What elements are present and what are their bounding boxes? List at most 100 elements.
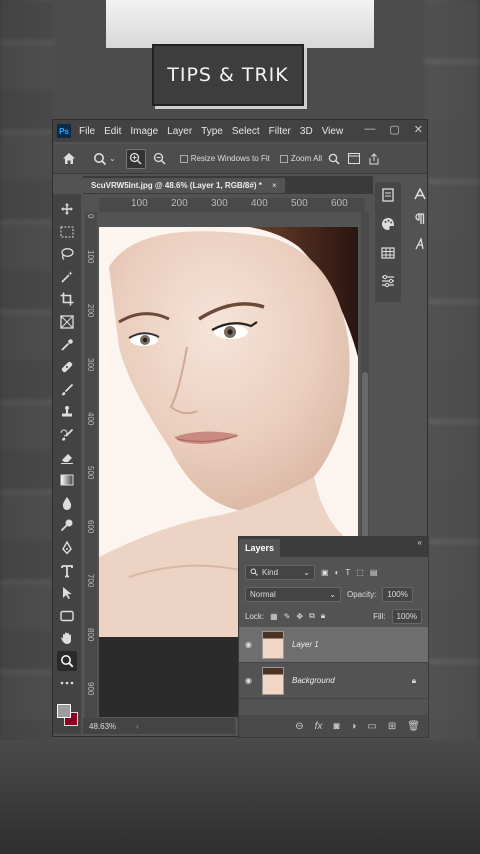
layer-kind-filter[interactable]: Kind ⌄ xyxy=(245,564,315,580)
character-panel-icon[interactable] xyxy=(414,187,426,203)
menu-image[interactable]: Image xyxy=(130,126,158,137)
frame-tool-icon[interactable] xyxy=(57,312,77,332)
new-layer-icon[interactable]: ⊞ xyxy=(388,721,396,732)
close-button[interactable]: ✕ xyxy=(414,123,423,136)
window-controls: — ▢ ✕ xyxy=(364,123,423,136)
layer-name[interactable]: Layer 1 xyxy=(292,640,319,649)
collapse-panel-icon[interactable]: « xyxy=(418,538,422,547)
maximize-button[interactable]: ▢ xyxy=(389,123,399,136)
home-icon[interactable] xyxy=(59,149,79,169)
blend-opacity-row: Normal ⌄ Opacity: 100% xyxy=(239,583,428,605)
resize-windows-checkbox[interactable] xyxy=(179,154,188,163)
lock-position-icon[interactable]: ✥ xyxy=(296,612,303,621)
menu-select[interactable]: Select xyxy=(232,126,260,137)
lock-artboard-icon[interactable]: ⧉ xyxy=(309,611,315,621)
chevron-down-icon: ⌄ xyxy=(303,567,310,577)
pen-tool-icon[interactable] xyxy=(57,538,77,558)
brush-tool-icon[interactable] xyxy=(57,380,77,400)
zoom-out-icon[interactable] xyxy=(150,149,170,169)
lock-fill-row: Lock: ▦ ✎ ✥ ⧉ 🔒︎ Fill: 100% xyxy=(239,605,428,627)
adjustments-panel-icon[interactable] xyxy=(381,274,395,293)
opacity-input[interactable]: 100% xyxy=(382,586,413,602)
lock-all-icon[interactable]: 🔒︎ xyxy=(321,611,325,621)
arrange-documents-icon[interactable] xyxy=(344,149,364,169)
fill-input[interactable]: 100% xyxy=(391,608,422,624)
tips-title: TIPS & TRIK xyxy=(167,64,289,86)
color-swatches[interactable] xyxy=(55,702,79,730)
chevron-down-icon[interactable]: ⌄ xyxy=(109,154,116,163)
eyedropper-tool-icon[interactable] xyxy=(57,335,77,355)
menu-edit[interactable]: Edit xyxy=(104,126,121,137)
layers-panel-footer: ⊖ fx ◙ ◑ ▭ ⊞ 🗑︎ xyxy=(239,715,428,737)
visibility-eye-icon[interactable]: ◉ xyxy=(245,640,252,649)
more-tools-icon[interactable] xyxy=(57,673,77,693)
ruler-tick-label: 100 xyxy=(131,198,148,209)
status-arrow-icon[interactable]: ‹ xyxy=(136,722,139,731)
fx-icon[interactable]: fx xyxy=(315,721,323,732)
move-tool-icon[interactable] xyxy=(57,199,77,219)
pixel-filter-icon[interactable]: ▣ xyxy=(321,568,329,577)
gradient-tool-icon[interactable] xyxy=(57,470,77,490)
type-filter-icon[interactable]: T xyxy=(345,568,350,577)
magic-wand-tool-icon[interactable] xyxy=(57,267,77,287)
history-brush-tool-icon[interactable] xyxy=(57,425,77,445)
chevron-down-icon: ⌄ xyxy=(329,589,336,599)
minimize-button[interactable]: — xyxy=(364,123,375,136)
foreground-color-swatch[interactable] xyxy=(57,704,71,719)
link-layers-icon[interactable]: ⊖ xyxy=(295,721,303,732)
dodge-tool-icon[interactable] xyxy=(57,515,77,535)
lasso-tool-icon[interactable] xyxy=(57,244,77,264)
lock-transparent-icon[interactable]: ▦ xyxy=(270,612,278,621)
hand-tool-icon[interactable] xyxy=(57,628,77,648)
zoom-tool-icon[interactable] xyxy=(57,650,77,671)
marquee-tool-icon[interactable] xyxy=(57,222,77,242)
rectangle-tool-icon[interactable] xyxy=(57,606,77,626)
menu-file[interactable]: File xyxy=(79,126,95,137)
layers-tab[interactable]: Layers xyxy=(239,539,281,557)
shape-filter-icon[interactable]: ⬚ xyxy=(356,568,364,577)
adjustment-filter-icon[interactable]: ◐ xyxy=(335,568,340,577)
healing-brush-tool-icon[interactable] xyxy=(57,357,77,377)
blend-mode-select[interactable]: Normal ⌄ xyxy=(245,586,341,602)
visibility-eye-icon[interactable]: ◉ xyxy=(245,676,252,685)
type-tool-icon[interactable] xyxy=(57,561,77,581)
new-group-icon[interactable]: ▭ xyxy=(367,721,376,732)
swatches-panel-icon[interactable] xyxy=(381,246,395,264)
background-blur-left xyxy=(0,0,55,854)
paragraph-panel-icon[interactable] xyxy=(414,213,426,228)
menu-view[interactable]: View xyxy=(322,126,344,137)
eraser-tool-icon[interactable] xyxy=(57,448,77,468)
zoom-all-checkbox[interactable] xyxy=(279,154,288,163)
layer-row-layer-1[interactable]: ◉ Layer 1 xyxy=(239,627,428,663)
menu-layer[interactable]: Layer xyxy=(167,126,192,137)
smart-object-filter-icon[interactable]: ▤ xyxy=(370,568,378,577)
document-tab-bar: ScuVRW5Int.jpg @ 48.6% (Layer 1, RGB/8#)… xyxy=(83,176,373,194)
layer-kind-label: Kind xyxy=(262,567,279,577)
menu-filter[interactable]: Filter xyxy=(269,126,291,137)
document-tab-close-icon[interactable]: × xyxy=(272,181,277,190)
opacity-label: Opacity: xyxy=(347,589,377,599)
lock-image-icon[interactable]: ✎ xyxy=(284,612,291,621)
zoom-tool-preset-icon[interactable] xyxy=(91,149,111,169)
menu-3d[interactable]: 3D xyxy=(300,126,313,137)
color-panel-icon[interactable] xyxy=(381,217,395,236)
adjustment-layer-icon[interactable]: ◑ xyxy=(350,721,356,732)
glyphs-panel-icon[interactable] xyxy=(414,237,426,253)
add-mask-icon[interactable]: ◙ xyxy=(333,721,339,732)
layer-row-background[interactable]: ◉ Background 🔒︎ xyxy=(239,663,428,699)
blur-tool-icon[interactable] xyxy=(57,493,77,513)
crop-tool-icon[interactable] xyxy=(57,289,77,309)
zoom-in-icon[interactable] xyxy=(125,148,146,169)
menu-type[interactable]: Type xyxy=(201,126,223,137)
history-panel-icon[interactable] xyxy=(381,188,395,207)
zoom-level[interactable]: 48.63% xyxy=(89,722,116,731)
document-tab-title: ScuVRW5Int.jpg @ 48.6% (Layer 1, RGB/8#)… xyxy=(91,180,262,190)
top-light-strip xyxy=(106,0,374,48)
document-tab[interactable]: ScuVRW5Int.jpg @ 48.6% (Layer 1, RGB/8#)… xyxy=(83,177,285,193)
search-icon[interactable] xyxy=(324,149,344,169)
delete-layer-icon[interactable]: 🗑︎ xyxy=(407,721,420,732)
clone-stamp-tool-icon[interactable] xyxy=(57,402,77,422)
layer-name[interactable]: Background xyxy=(292,676,335,685)
share-icon[interactable] xyxy=(364,149,384,169)
path-selection-tool-icon[interactable] xyxy=(57,583,77,603)
